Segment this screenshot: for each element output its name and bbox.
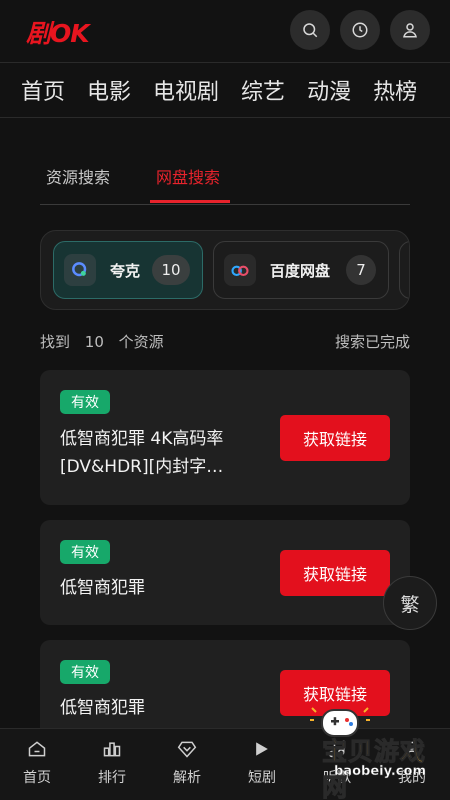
- user-button[interactable]: [390, 10, 430, 50]
- nav-item-variety[interactable]: 综艺: [241, 74, 285, 106]
- nav-item-home[interactable]: 首页: [21, 74, 65, 106]
- search-button[interactable]: [290, 10, 330, 50]
- provider-more[interactable]: [399, 241, 409, 299]
- nav-item-anime[interactable]: 动漫: [307, 74, 351, 106]
- nav-item-hot[interactable]: 热榜: [373, 74, 417, 106]
- baidu-pan-icon: [224, 254, 256, 286]
- category-nav: 首页 电影 电视剧 综艺 动漫 热榜: [0, 62, 450, 118]
- provider-name: 夸克: [110, 261, 141, 280]
- ranking-icon: [103, 742, 121, 757]
- result-card: 有效 低智商犯罪 获取链接: [40, 520, 410, 625]
- result-summary: 找到 10 个资源: [40, 331, 174, 352]
- bottom-nav-label: 排行: [98, 770, 126, 786]
- provider-selector: 夸克 10 百度网盘 7: [40, 230, 410, 310]
- provider-baidu-pan[interactable]: 百度网盘 7: [213, 241, 389, 299]
- traditional-chinese-toggle[interactable]: 繁: [383, 576, 437, 630]
- provider-name: 百度网盘: [270, 261, 331, 280]
- get-link-button[interactable]: 获取链接: [280, 550, 390, 596]
- bottom-nav-label: 短剧: [248, 770, 276, 786]
- history-button[interactable]: [340, 10, 380, 50]
- result-title: 低智商犯罪 4K高码率[DV&HDR][内封字…: [60, 429, 224, 477]
- nav-item-tv[interactable]: 电视剧: [153, 74, 219, 106]
- result-title: 低智商犯罪: [60, 578, 145, 598]
- history-icon: [352, 22, 368, 38]
- bottom-nav-ranking[interactable]: 排行: [82, 739, 142, 787]
- watermark: 宝贝游戏网 baobeiy.com: [282, 704, 450, 800]
- result-title: 低智商犯罪: [60, 698, 145, 718]
- user-icon: [403, 23, 417, 38]
- nav-item-movie[interactable]: 电影: [87, 74, 131, 106]
- diamond-icon: [177, 741, 197, 758]
- get-link-button[interactable]: 获取链接: [280, 415, 390, 461]
- watermark-url: baobeiy.com: [334, 764, 426, 779]
- app-logo: 剧OK: [26, 19, 90, 48]
- valid-badge: 有效: [60, 540, 110, 564]
- bottom-nav-parse[interactable]: 解析: [157, 739, 217, 787]
- bottom-nav-label: 首页: [23, 770, 51, 786]
- bottom-nav-label: 解析: [173, 770, 201, 786]
- tab-netdisk-search[interactable]: 网盘搜索: [156, 164, 220, 188]
- app-header: 剧OK: [0, 0, 450, 62]
- home-icon: [28, 741, 46, 757]
- valid-badge: 有效: [60, 390, 110, 414]
- short-drama-icon: [256, 742, 268, 756]
- provider-quark[interactable]: 夸克 10: [53, 241, 203, 299]
- search-status: 搜索已完成: [334, 333, 410, 351]
- summary-prefix: 找到: [40, 333, 71, 351]
- provider-count: 7: [346, 255, 376, 285]
- search-icon: [303, 23, 318, 38]
- tab-resource-search[interactable]: 资源搜索: [46, 164, 110, 188]
- summary-count: 10: [84, 333, 104, 351]
- search-tabs: 资源搜索 网盘搜索: [40, 150, 410, 205]
- active-tab-indicator: [150, 200, 230, 203]
- bottom-nav-home[interactable]: 首页: [7, 739, 67, 787]
- result-card: 有效 低智商犯罪 4K高码率[DV&HDR][内封字… 获取链接: [40, 370, 410, 505]
- provider-count: 10: [152, 255, 190, 285]
- valid-badge: 有效: [60, 660, 110, 684]
- summary-suffix: 个资源: [118, 333, 164, 351]
- quark-icon: [64, 254, 96, 286]
